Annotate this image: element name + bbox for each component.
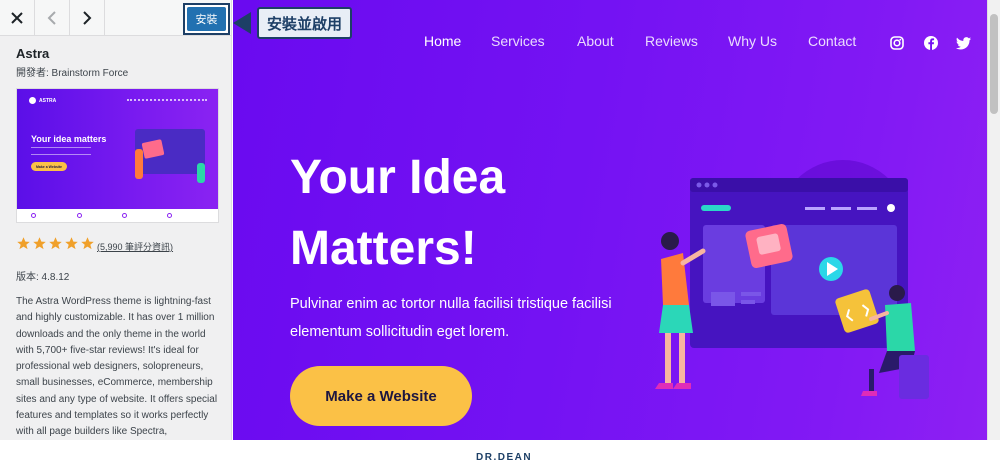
theme-description: The Astra WordPress theme is lightning-f…: [16, 296, 218, 438]
theme-preview: Home Services About Reviews Why Us Conta…: [233, 0, 987, 440]
twitter-icon[interactable]: [956, 35, 972, 51]
theme-author: 開發者: Brainstorm Force: [16, 68, 129, 79]
scrollbar-thumb[interactable]: [990, 14, 998, 114]
nav-item-why-us[interactable]: Why Us: [728, 33, 777, 49]
install-button-highlight: 安裝: [183, 3, 230, 35]
star-icon: [49, 237, 62, 250]
make-website-button[interactable]: Make a Website: [290, 366, 472, 426]
facebook-icon[interactable]: [923, 35, 939, 51]
callout-arrow-icon: [233, 12, 251, 34]
thumbnail-person-2: [197, 163, 205, 183]
nav-item-home[interactable]: Home: [424, 33, 461, 49]
rating-stars: [16, 236, 95, 251]
preview-scrollbar[interactable]: [987, 0, 1000, 440]
theme-screenshot: ASTRA Your idea matters Make a Website: [16, 88, 219, 223]
next-theme-button[interactable]: [70, 0, 105, 36]
nav-item-reviews[interactable]: Reviews: [645, 33, 698, 49]
hero-illustration: [655, 160, 929, 399]
hero-subtitle: Pulvinar enim ac tortor nulla facilisi t…: [290, 296, 612, 340]
thumbnail-title: Your idea matters: [31, 134, 107, 144]
hero-title: Your Idea Matters!: [290, 151, 506, 275]
nav-item-about[interactable]: About: [577, 33, 614, 49]
thumbnail-hero: ASTRA Your idea matters Make a Website: [17, 89, 218, 209]
close-icon: [11, 12, 23, 24]
star-icon: [33, 237, 46, 250]
install-button[interactable]: 安裝: [187, 7, 226, 31]
nav-item-contact[interactable]: Contact: [808, 33, 856, 49]
thumbnail-text: [31, 147, 91, 155]
site-logo: DR.DEAN: [476, 452, 533, 463]
thumbnail-person: [135, 149, 143, 179]
star-icon: [17, 237, 30, 250]
thumbnail-cta: Make a Website: [31, 162, 67, 171]
theme-details-sidebar: 安裝 Astra 開發者: Brainstorm Force ASTRA You…: [0, 0, 232, 440]
rating-count-link[interactable]: (5,990 筆評分資訊): [97, 240, 173, 253]
chevron-left-icon: [47, 11, 56, 25]
install-activate-callout: 安裝並啟用: [257, 7, 353, 39]
thumbnail-nav: [127, 99, 207, 101]
close-button[interactable]: [0, 0, 35, 36]
theme-name: Astra: [16, 46, 50, 61]
thumbnail-logo-icon: [29, 97, 36, 104]
previous-theme-button[interactable]: [35, 0, 70, 36]
sidebar-toolbar: 安裝: [0, 0, 231, 36]
instagram-icon[interactable]: [889, 35, 905, 51]
thumbnail-brand: ASTRA: [39, 97, 57, 104]
star-icon: [81, 237, 94, 250]
star-icon: [65, 237, 78, 250]
thumbnail-feature-row: [17, 209, 218, 222]
nav-item-services[interactable]: Services: [491, 33, 545, 49]
theme-version: 版本: 4.8.12: [16, 272, 70, 283]
chevron-right-icon: [83, 11, 92, 25]
